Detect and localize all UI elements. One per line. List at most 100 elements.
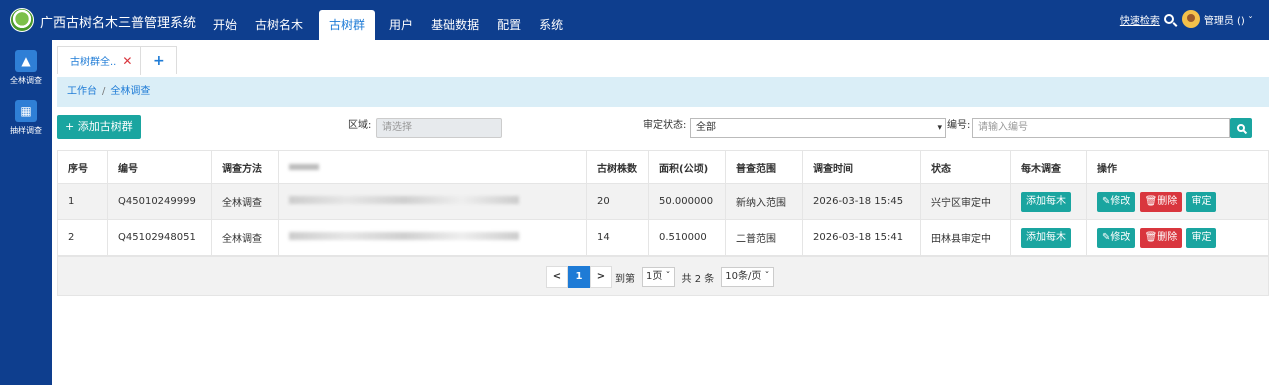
close-icon[interactable]: ✕ [122, 54, 132, 68]
edit-button[interactable]: ✎修改 [1097, 191, 1136, 212]
total-count: 共 2 条 [681, 273, 715, 285]
review-button[interactable]: 审定 [1186, 191, 1217, 212]
status-badge: 兴宁区审定中 [920, 183, 1011, 220]
avatar[interactable] [1181, 10, 1200, 28]
col-index: 序号 [57, 150, 108, 184]
cell-index: 2 [57, 219, 108, 256]
nav-start[interactable]: 开始 [205, 10, 245, 40]
page-select[interactable]: 1页 ˇ [642, 267, 675, 287]
col-area: 面积(公顷) [648, 150, 726, 184]
sidebar-item-label: 抽样调查 [10, 126, 42, 135]
cell-code: Q45010249999 [107, 183, 212, 220]
nav-config[interactable]: 配置 [489, 10, 529, 40]
cell-time: 2026-03-18 15:41 [802, 219, 921, 256]
sidebar: ▲ 全林调查 ▦ 抽样调查 [0, 40, 52, 385]
cell-tree-survey: 添加每木 [1010, 183, 1087, 220]
nav-system[interactable]: 系统 [531, 10, 571, 40]
sidebar-item-label: 全林调查 [10, 76, 42, 85]
edit-button[interactable]: ✎修改 [1097, 227, 1136, 248]
user-menu[interactable]: 管理员 () ˇ [1204, 12, 1253, 27]
region-select[interactable]: 请选择 [376, 118, 502, 138]
breadcrumb-separator: / [102, 86, 106, 97]
delete-button[interactable]: 🗑删除 [1139, 191, 1183, 212]
breadcrumb-root[interactable]: 工作台 [67, 86, 97, 97]
status-label: 审定状态: [643, 120, 687, 131]
search-button[interactable] [1230, 118, 1252, 138]
add-tree-button[interactable]: 添加每木 [1021, 227, 1071, 248]
col-method: 调查方法 [211, 150, 279, 184]
col-status: 状态 [920, 150, 1011, 184]
cell-scope: 新纳入范围 [725, 183, 803, 220]
chevron-down-icon: ▾ [937, 123, 942, 133]
table-row: 2 Q45102948051 全林调查 14 0.510000 二普范围 202… [57, 219, 1269, 256]
redacted-text [289, 232, 519, 240]
code-input[interactable]: 请输入编号 [972, 118, 1230, 138]
region-label: 区域: [348, 120, 372, 131]
cell-area: 0.510000 [648, 219, 726, 256]
sidebar-item-full-survey[interactable]: ▲ 全林调查 [0, 40, 52, 90]
cell-count: 20 [586, 183, 649, 220]
current-page-button[interactable]: 1 [568, 266, 590, 288]
col-actions: 操作 [1086, 150, 1269, 184]
search-icon [1237, 124, 1245, 132]
review-button[interactable]: 审定 [1186, 227, 1217, 248]
cell-actions: ✎修改 🗑删除 审定 [1086, 219, 1269, 256]
delete-button[interactable]: 🗑删除 [1139, 227, 1183, 248]
redacted-text [289, 163, 319, 170]
add-tab-icon[interactable]: + [140, 46, 176, 75]
cell-location [278, 219, 587, 256]
prev-page-button[interactable]: < [546, 266, 568, 288]
tab-label[interactable]: 古树群全.. [58, 53, 122, 68]
cell-time: 2026-03-18 15:45 [802, 183, 921, 220]
breadcrumb-current: 全林调查 [110, 86, 151, 97]
col-location [278, 150, 587, 184]
cell-method: 全林调查 [211, 219, 279, 256]
logo-icon [10, 8, 34, 32]
col-scope: 普查范围 [725, 150, 803, 184]
tree-icon: ▲ [15, 50, 37, 72]
nav-users[interactable]: 用户 [381, 10, 421, 40]
tab-bar: 古树群全.. ✕ + [52, 40, 1269, 77]
add-tree-group-button[interactable]: + 添加古树群 [57, 115, 141, 139]
col-time: 调查时间 [802, 150, 921, 184]
pagination: < 1 > 到第 1页 ˇ 共 2 条 10条/页 ˇ [546, 266, 778, 288]
nav-base-data[interactable]: 基础数据 [423, 10, 487, 40]
search-icon[interactable] [1163, 14, 1174, 24]
nav-ancient-trees[interactable]: 古树名木 [247, 10, 311, 40]
quick-search-link[interactable]: 快速检索 [1120, 12, 1160, 27]
top-right-area: 快速检索 管理员 () ˇ [1120, 10, 1253, 28]
table-header-row: 序号 编号 调查方法 古树株数 面积(公顷) 普查范围 调查时间 状态 每木调查… [57, 150, 1269, 184]
col-code: 编号 [107, 150, 212, 184]
grid-icon: ▦ [15, 100, 37, 122]
cell-tree-survey: 添加每木 [1010, 219, 1087, 256]
cell-area: 50.000000 [648, 183, 726, 220]
add-tree-button[interactable]: 添加每木 [1021, 191, 1071, 212]
redacted-text [289, 196, 519, 204]
main-nav: 开始 古树名木 古树群 用户 基础数据 配置 系统 [205, 10, 573, 40]
cell-code: Q45102948051 [107, 219, 212, 256]
table-row: 1 Q45010249999 全林调查 20 50.000000 新纳入范围 2… [57, 183, 1269, 220]
app-title: 广西古树名木三普管理系统 [40, 16, 197, 31]
cell-index: 1 [57, 183, 108, 220]
code-label: 编号: [947, 120, 971, 131]
breadcrumb: 工作台 / 全林调查 [57, 77, 1269, 107]
status-select[interactable]: 全部 ▾ [690, 118, 946, 138]
top-bar: 广西古树名木三普管理系统 开始 古树名木 古树群 用户 基础数据 配置 系统 快… [0, 0, 1269, 40]
col-tree-survey: 每木调查 [1010, 150, 1087, 184]
cell-count: 14 [586, 219, 649, 256]
filter-toolbar: + 添加古树群 区域: 请选择 审定状态: 全部 ▾ 编号: 请输入编号 [57, 113, 1252, 139]
status-badge: 田林县审定中 [920, 219, 1011, 256]
tab-tree-group[interactable]: 古树群全.. ✕ + [57, 46, 178, 75]
pagination-bar: < 1 > 到第 1页 ˇ 共 2 条 10条/页 ˇ [57, 256, 1269, 296]
cell-location [278, 183, 587, 220]
cell-scope: 二普范围 [725, 219, 803, 256]
nav-tree-groups[interactable]: 古树群 [319, 10, 376, 40]
col-tree-count: 古树株数 [586, 150, 649, 184]
goto-label: 到第 [615, 273, 635, 285]
sidebar-item-sample-survey[interactable]: ▦ 抽样调查 [0, 90, 52, 140]
page-size-select[interactable]: 10条/页 ˇ [721, 267, 774, 287]
cell-actions: ✎修改 🗑删除 审定 [1086, 183, 1269, 220]
next-page-button[interactable]: > [590, 266, 612, 288]
cell-method: 全林调查 [211, 183, 279, 220]
tree-group-table: 序号 编号 调查方法 古树株数 面积(公顷) 普查范围 调查时间 状态 每木调查… [57, 150, 1269, 256]
